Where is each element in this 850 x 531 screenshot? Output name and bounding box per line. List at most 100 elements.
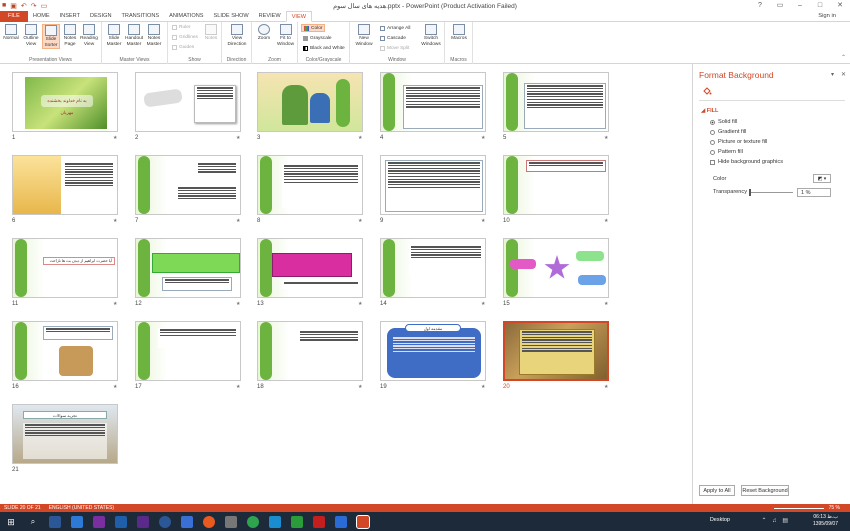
- zoom-slider[interactable]: [774, 507, 824, 509]
- app-icon-9[interactable]: [225, 515, 237, 528]
- chrome-icon[interactable]: [247, 515, 259, 528]
- slide-thumbnail-3[interactable]: [257, 72, 363, 132]
- slide-thumbnail-1[interactable]: به نام خداوند بخشنده مهربان: [12, 72, 118, 132]
- file-explorer-icon[interactable]: [71, 515, 83, 528]
- cascade-button[interactable]: Cascade: [378, 34, 408, 42]
- app-icon-13[interactable]: [313, 515, 325, 528]
- slide-thumbnail-21[interactable]: تجربه سوالات: [12, 404, 118, 464]
- word-icon[interactable]: [335, 515, 347, 528]
- search-icon[interactable]: ⌕: [27, 516, 39, 528]
- slide-thumbnail-6[interactable]: [12, 155, 118, 215]
- arrange-all-button[interactable]: Arrange All: [378, 24, 412, 32]
- zoom-level[interactable]: 75 %: [829, 504, 840, 512]
- slide-thumbnail-18[interactable]: [257, 321, 363, 381]
- grayscale-button[interactable]: Grayscale: [301, 34, 334, 42]
- slide-thumbnail-16[interactable]: [12, 321, 118, 381]
- task-view-icon[interactable]: [49, 515, 61, 528]
- tab-review[interactable]: REVIEW: [254, 11, 286, 22]
- tab-view[interactable]: VIEW: [285, 10, 312, 22]
- fill-section-header[interactable]: ◢ FILL: [701, 108, 718, 114]
- notes-button[interactable]: Notes: [202, 24, 220, 42]
- minimize-icon[interactable]: –: [790, 0, 810, 11]
- slide-thumbnail-13[interactable]: [257, 238, 363, 298]
- language-indicator[interactable]: ENGLISH (UNITED STATES): [49, 505, 114, 511]
- tab-home[interactable]: HOME: [28, 11, 55, 22]
- gridlines-checkbox[interactable]: Gridlines: [172, 35, 198, 40]
- photoshop-icon[interactable]: [115, 515, 127, 528]
- tab-file[interactable]: FILE: [0, 10, 28, 22]
- reading-view-button[interactable]: Reading View: [80, 24, 98, 47]
- picture-texture-fill-option[interactable]: Picture or texture fill: [710, 139, 767, 145]
- switch-windows-button[interactable]: Switch Windows: [420, 24, 442, 47]
- slide-thumbnail-20[interactable]: [503, 321, 609, 381]
- macros-button[interactable]: Macros: [449, 24, 469, 42]
- ruler-checkbox[interactable]: Ruler: [172, 25, 190, 30]
- collapse-ribbon-icon[interactable]: ⌃: [841, 54, 846, 61]
- slide-thumbnail-8[interactable]: [257, 155, 363, 215]
- transparency-slider[interactable]: [749, 189, 793, 196]
- app-icon-12[interactable]: [291, 515, 303, 528]
- ribbon-display-icon[interactable]: ▭: [770, 0, 790, 11]
- maximize-icon[interactable]: □: [810, 0, 830, 11]
- tab-design[interactable]: DESIGN: [85, 11, 116, 22]
- slide-thumbnail-9[interactable]: [380, 155, 486, 215]
- notes-page-button[interactable]: Notes Page: [61, 24, 79, 47]
- desktop-toolbar-label[interactable]: Desktop: [710, 517, 730, 523]
- slide-thumbnail-17[interactable]: [135, 321, 241, 381]
- slide-thumbnail-10[interactable]: [503, 155, 609, 215]
- black-and-white-button[interactable]: Black and White: [301, 44, 347, 52]
- slide-thumbnail-5[interactable]: [503, 72, 609, 132]
- app-icon-7[interactable]: [181, 515, 193, 528]
- pane-close-icon[interactable]: ✕: [841, 71, 846, 78]
- system-tray-icons[interactable]: ⌃ ♫ ▤: [761, 517, 790, 524]
- transparency-spinbox[interactable]: 1 %: [797, 188, 831, 197]
- normal-view-button[interactable]: Normal: [2, 24, 20, 42]
- slide-master-button[interactable]: Slide Master: [105, 24, 123, 47]
- hide-background-graphics-checkbox[interactable]: Hide background graphics: [710, 159, 783, 165]
- solid-fill-option[interactable]: Solid fill: [710, 119, 737, 125]
- after-effects-icon[interactable]: [137, 515, 149, 528]
- tab-transitions[interactable]: TRANSITIONS: [116, 11, 164, 22]
- move-split-button[interactable]: Move Split: [378, 44, 411, 52]
- app-icon-6[interactable]: [159, 515, 171, 528]
- tab-insert[interactable]: INSERT: [55, 11, 85, 22]
- tab-animations[interactable]: ANIMATIONS: [164, 11, 208, 22]
- start-icon[interactable]: ⊞: [5, 516, 17, 528]
- outline-view-button[interactable]: Outline View: [22, 24, 40, 47]
- app-icon-11[interactable]: [269, 515, 281, 528]
- view-direction-button[interactable]: View Direction: [227, 24, 247, 47]
- slide-thumbnail-4[interactable]: [380, 72, 486, 132]
- notes-master-button[interactable]: Notes Master: [145, 24, 163, 47]
- gradient-fill-option[interactable]: Gradient fill: [710, 129, 746, 135]
- slide-thumbnail-12[interactable]: [135, 238, 241, 298]
- reset-background-button[interactable]: Reset Background: [741, 485, 789, 496]
- premiere-icon[interactable]: [93, 515, 105, 528]
- pane-options-icon[interactable]: ▾: [831, 71, 834, 78]
- tab-slide-show[interactable]: SLIDE SHOW: [209, 11, 254, 22]
- slide-thumbnail-7[interactable]: [135, 155, 241, 215]
- firefox-icon[interactable]: [203, 515, 215, 528]
- clock[interactable]: 06:13 ب.ظ 1395/09/07: [813, 514, 838, 528]
- slide-thumbnail-11[interactable]: آیا حضرت ابراهیم از دیدن بت ها ناراحت بو…: [12, 238, 118, 298]
- slide-thumbnail-14[interactable]: [380, 238, 486, 298]
- powerpoint-icon[interactable]: [356, 514, 370, 529]
- guides-checkbox[interactable]: Guides: [172, 45, 194, 50]
- slide-thumbnail-19[interactable]: مقدمه اول: [380, 321, 486, 381]
- close-icon[interactable]: ✕: [830, 0, 850, 11]
- apply-to-all-button[interactable]: Apply to All: [699, 485, 735, 496]
- color-button[interactable]: Color: [301, 24, 326, 32]
- slide-thumbnail-2[interactable]: [135, 72, 241, 132]
- color-picker-button[interactable]: ◩ ▾: [813, 174, 831, 183]
- handout-master-button[interactable]: Handout Master: [125, 24, 143, 47]
- sign-in-link[interactable]: Sign in: [818, 13, 836, 19]
- zoom-button[interactable]: Zoom: [255, 24, 273, 42]
- paint-bucket-icon[interactable]: [702, 86, 712, 96]
- slide-sorter-button[interactable]: Slide Sorter: [42, 24, 60, 49]
- slide-thumbnail-15[interactable]: [503, 238, 609, 298]
- pattern-fill-option[interactable]: Pattern fill: [710, 149, 743, 155]
- fit-to-window-button[interactable]: Fit to Window: [275, 24, 296, 47]
- transparency-slider-knob[interactable]: [749, 189, 751, 196]
- view-direction-icon: [231, 24, 243, 35]
- new-window-button[interactable]: New Window: [353, 24, 375, 47]
- help-icon[interactable]: ?: [750, 0, 770, 11]
